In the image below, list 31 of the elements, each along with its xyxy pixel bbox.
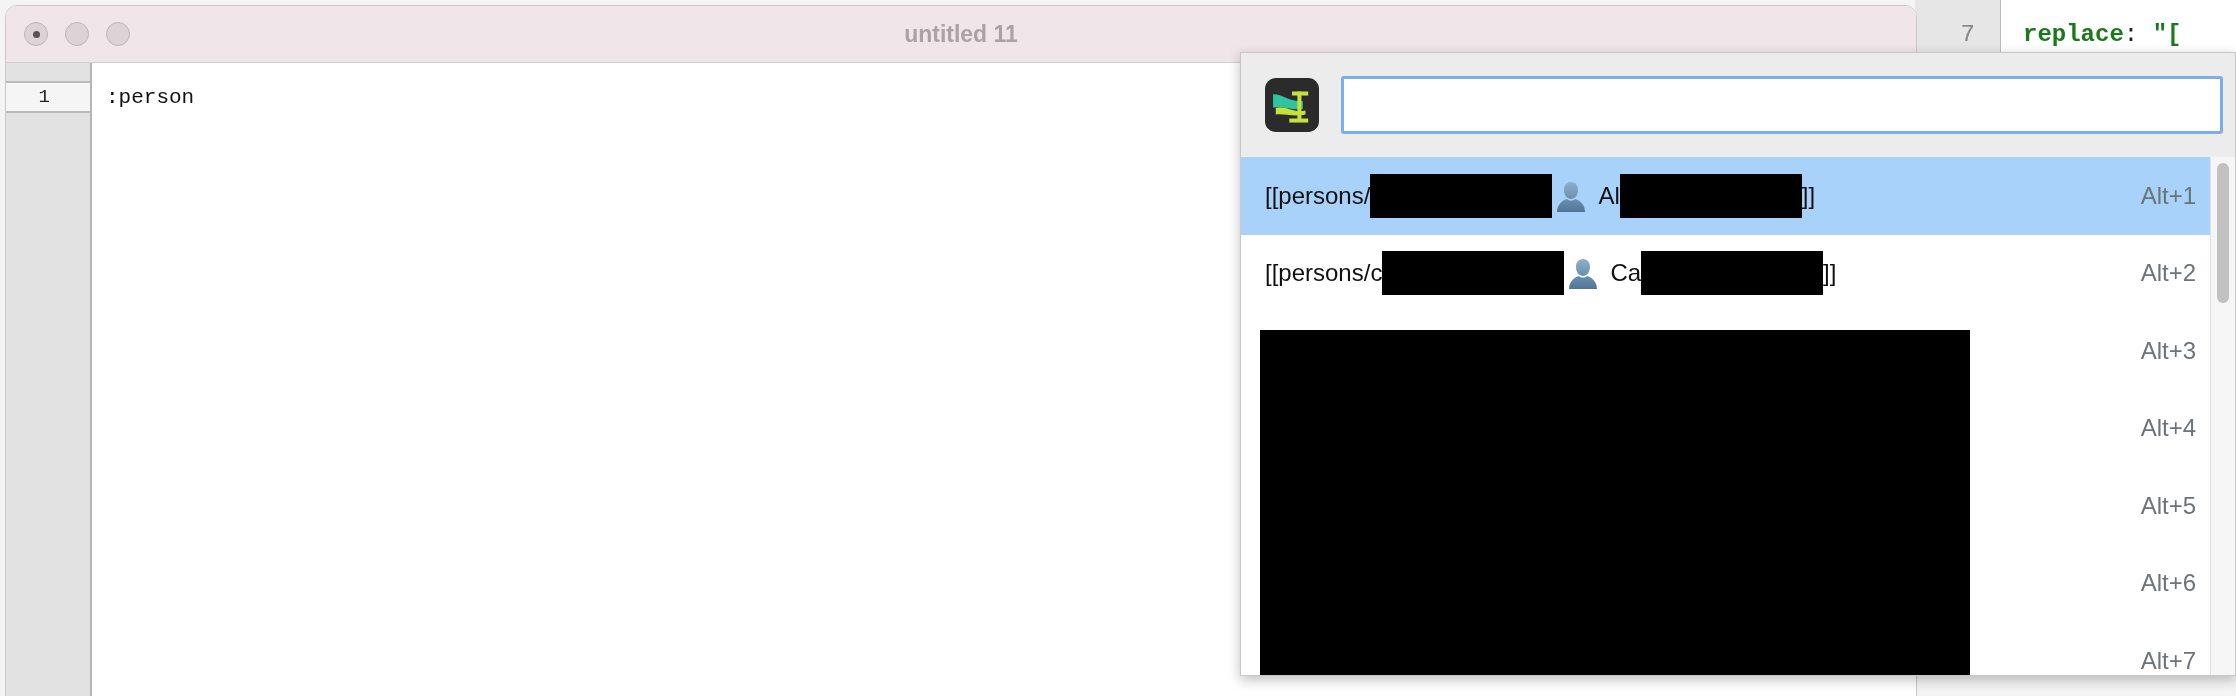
zoom-button[interactable] — [106, 22, 130, 46]
line-number: 1 — [38, 86, 50, 108]
result-text: [[persons/c — [1265, 259, 1383, 288]
result-item[interactable]: Alt+5 — [1241, 467, 2210, 545]
result-item[interactable]: Alt+4 — [1241, 389, 2210, 467]
result-item[interactable]: Alt+3 — [1241, 312, 2210, 390]
code-line: replace: "[ — [2023, 21, 2182, 48]
result-item[interactable]: Alt+6 — [1241, 544, 2210, 622]
text-line: :person — [106, 85, 195, 109]
minimize-button[interactable] — [65, 22, 89, 46]
shortcut-label: Alt+6 — [2140, 569, 2196, 598]
window-title: untitled 11 — [904, 20, 1018, 48]
app-icon — [1265, 78, 1319, 132]
result-text: Al — [1598, 181, 1620, 210]
result-item[interactable]: [[persons/ Al ]] Alt+1 — [1241, 157, 2210, 235]
result-item[interactable]: Alt+7 — [1241, 622, 2210, 675]
shortcut-label: Alt+4 — [2140, 414, 2196, 443]
result-text: [[persons/ — [1265, 181, 1371, 210]
search-field[interactable] — [1341, 76, 2223, 134]
result-text: ]] — [1801, 181, 1816, 210]
line-number: 7 — [1959, 21, 1975, 48]
scrollbar[interactable] — [2210, 157, 2235, 675]
result-text: Ca — [1610, 259, 1642, 288]
shortcut-label: Alt+5 — [2140, 491, 2196, 520]
shortcut-label: Alt+2 — [2140, 259, 2196, 288]
shortcut-label: Alt+1 — [2140, 181, 2196, 210]
result-text: ]] — [1823, 259, 1837, 288]
result-item[interactable]: [[persons/c Ca ]] Alt+2 — [1241, 234, 2210, 312]
shortcut-label: Alt+3 — [2140, 336, 2196, 365]
close-button[interactable] — [24, 22, 48, 46]
shortcut-label: Alt+7 — [2140, 646, 2196, 675]
